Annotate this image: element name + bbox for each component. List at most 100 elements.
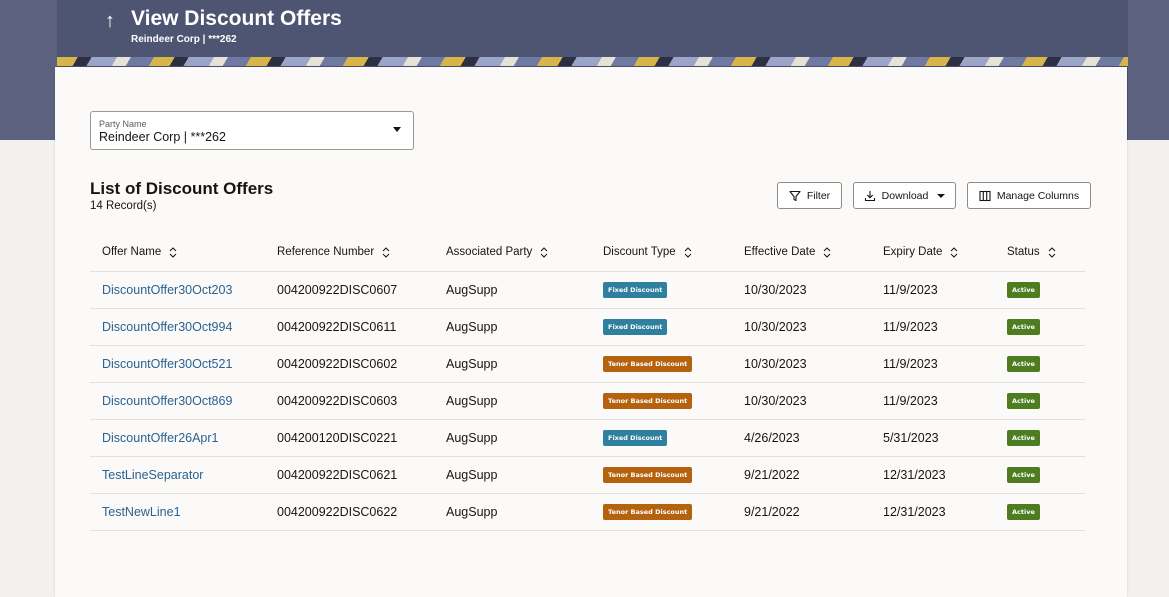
caret-down-icon xyxy=(393,127,401,132)
table-row: DiscountOffer30Oct521 004200922DISC0602 Au… xyxy=(90,346,1085,383)
associated-party: AugSupp xyxy=(446,468,498,482)
column-header[interactable]: Status xyxy=(1007,246,1056,258)
expiry-date: 11/9/2023 xyxy=(883,357,938,371)
column-header[interactable]: Associated Party xyxy=(446,246,548,258)
offer-name-link[interactable]: DiscountOffer30Oct994 xyxy=(102,320,232,334)
discount-type-badge: Fixed Discount xyxy=(603,319,668,335)
table-row: DiscountOffer30Oct203 004200922DISC0607 Au… xyxy=(90,272,1085,309)
status-badge: Active xyxy=(1007,356,1040,372)
expiry-date: 11/9/2023 xyxy=(883,283,938,297)
column-header-label: Discount Type xyxy=(603,246,676,258)
offer-name-link[interactable]: DiscountOffer30Oct521 xyxy=(102,357,232,371)
columns-icon xyxy=(979,190,991,201)
column-header-label: Effective Date xyxy=(744,246,816,258)
status-badge: Active xyxy=(1007,393,1040,409)
manage-columns-label: Manage Columns xyxy=(996,189,1080,202)
effective-date: 4/26/2023 xyxy=(744,431,800,445)
discount-type-badge: Tenor Based Discount xyxy=(603,393,693,409)
effective-date: 10/30/2023 xyxy=(744,320,807,334)
sort-icon xyxy=(951,246,958,258)
sort-icon xyxy=(824,246,831,258)
column-header-label: Status xyxy=(1007,246,1040,258)
effective-date: 9/21/2022 xyxy=(744,468,800,482)
associated-party: AugSupp xyxy=(446,283,498,297)
list-title: List of Discount Offers xyxy=(90,179,274,198)
offer-name-link[interactable]: DiscountOffer30Oct869 xyxy=(102,394,232,408)
reference-number: 004200922DISC0607 xyxy=(277,283,398,297)
filter-button[interactable]: Filter xyxy=(777,182,842,209)
effective-date: 10/30/2023 xyxy=(744,394,807,408)
reference-number: 004200922DISC0603 xyxy=(277,394,398,408)
effective-date: 10/30/2023 xyxy=(744,283,807,297)
filter-icon xyxy=(789,190,801,201)
offers-table: Offer Name Reference Number Associated Par… xyxy=(90,235,1085,531)
associated-party: AugSupp xyxy=(446,394,498,408)
sort-icon xyxy=(1048,246,1055,258)
discount-type-badge: Tenor Based Discount xyxy=(603,356,693,372)
column-header-label: Reference Number xyxy=(277,246,375,258)
sort-icon xyxy=(382,246,390,258)
column-header-label: Offer Name xyxy=(102,246,162,258)
discount-type-badge: Fixed Discount xyxy=(603,430,668,446)
table-row: TestNewLine1 004200922DISC0622 AugSupp Teno… xyxy=(90,494,1085,531)
download-button[interactable]: Download xyxy=(853,182,956,209)
banner-side-right xyxy=(1128,0,1169,140)
column-header[interactable]: Expiry Date xyxy=(883,246,958,258)
associated-party: AugSupp xyxy=(446,357,498,371)
reference-number: 004200922DISC0621 xyxy=(277,468,398,482)
column-header[interactable]: Offer Name xyxy=(102,246,177,258)
sort-icon xyxy=(540,246,548,258)
banner-side-left xyxy=(0,0,57,140)
offer-name-link[interactable]: TestNewLine1 xyxy=(102,505,181,519)
table-row: DiscountOffer30Oct869 004200922DISC0603 Au… xyxy=(90,383,1085,420)
status-badge: Active xyxy=(1007,504,1040,520)
chevron-down-icon xyxy=(937,193,946,198)
column-header-label: Expiry Date xyxy=(883,246,943,258)
table-body: DiscountOffer30Oct203 004200922DISC0607 Au… xyxy=(90,272,1085,531)
discount-type-badge: Tenor Based Discount xyxy=(603,504,693,520)
column-header[interactable]: Effective Date xyxy=(744,246,831,258)
offer-name-link[interactable]: TestLineSeparator xyxy=(102,468,203,482)
discount-type-badge: Tenor Based Discount xyxy=(603,467,693,483)
offer-name-link[interactable]: DiscountOffer30Oct203 xyxy=(102,283,232,297)
download-label: Download xyxy=(881,189,929,202)
reference-number: 004200120DISC0221 xyxy=(277,431,398,445)
column-header[interactable]: Discount Type xyxy=(603,246,692,258)
up-arrow-icon[interactable]: ↑ xyxy=(100,10,120,32)
column-header[interactable]: Reference Number xyxy=(277,246,390,258)
page-title: View Discount Offers xyxy=(131,7,342,30)
expiry-date: 12/31/2023 xyxy=(883,468,946,482)
banner-pattern xyxy=(57,57,1128,66)
reference-number: 004200922DISC0602 xyxy=(277,357,398,371)
filter-label: Filter xyxy=(806,189,831,202)
table-row: DiscountOffer26Apr1 004200120DISC0221 AugS… xyxy=(90,420,1085,457)
sort-icon xyxy=(169,246,177,258)
status-badge: Active xyxy=(1007,467,1040,483)
party-name-select[interactable]: Party Name Reindeer Corp | ***262 xyxy=(90,111,414,150)
sort-icon xyxy=(684,246,692,258)
party-name-label: Party Name xyxy=(99,119,147,129)
content-card: Party Name Reindeer Corp | ***262 List o… xyxy=(55,67,1127,597)
table-row: DiscountOffer30Oct994 004200922DISC0611 Au… xyxy=(90,309,1085,346)
offer-name-link[interactable]: DiscountOffer26Apr1 xyxy=(102,431,219,445)
party-name-value: Reindeer Corp | ***262 xyxy=(99,130,226,144)
table-row: TestLineSeparator 004200922DISC0621 AugSup… xyxy=(90,457,1085,494)
download-icon xyxy=(864,190,875,201)
expiry-date: 11/9/2023 xyxy=(883,394,938,408)
effective-date: 10/30/2023 xyxy=(744,357,807,371)
status-badge: Active xyxy=(1007,282,1040,298)
column-header-label: Associated Party xyxy=(446,246,533,258)
manage-columns-button[interactable]: Manage Columns xyxy=(967,182,1091,209)
effective-date: 9/21/2022 xyxy=(744,505,800,519)
associated-party: AugSupp xyxy=(446,320,498,334)
status-badge: Active xyxy=(1007,319,1040,335)
record-count: 14 Record(s) xyxy=(90,200,157,212)
status-badge: Active xyxy=(1007,430,1040,446)
expiry-date: 12/31/2023 xyxy=(883,505,946,519)
reference-number: 004200922DISC0611 xyxy=(277,320,397,334)
page-subtitle: Reindeer Corp | ***262 xyxy=(131,34,237,45)
expiry-date: 5/31/2023 xyxy=(883,431,939,445)
discount-type-badge: Fixed Discount xyxy=(603,282,668,298)
table-header: Offer Name Reference Number Associated Par… xyxy=(90,235,1085,272)
associated-party: AugSupp xyxy=(446,505,498,519)
